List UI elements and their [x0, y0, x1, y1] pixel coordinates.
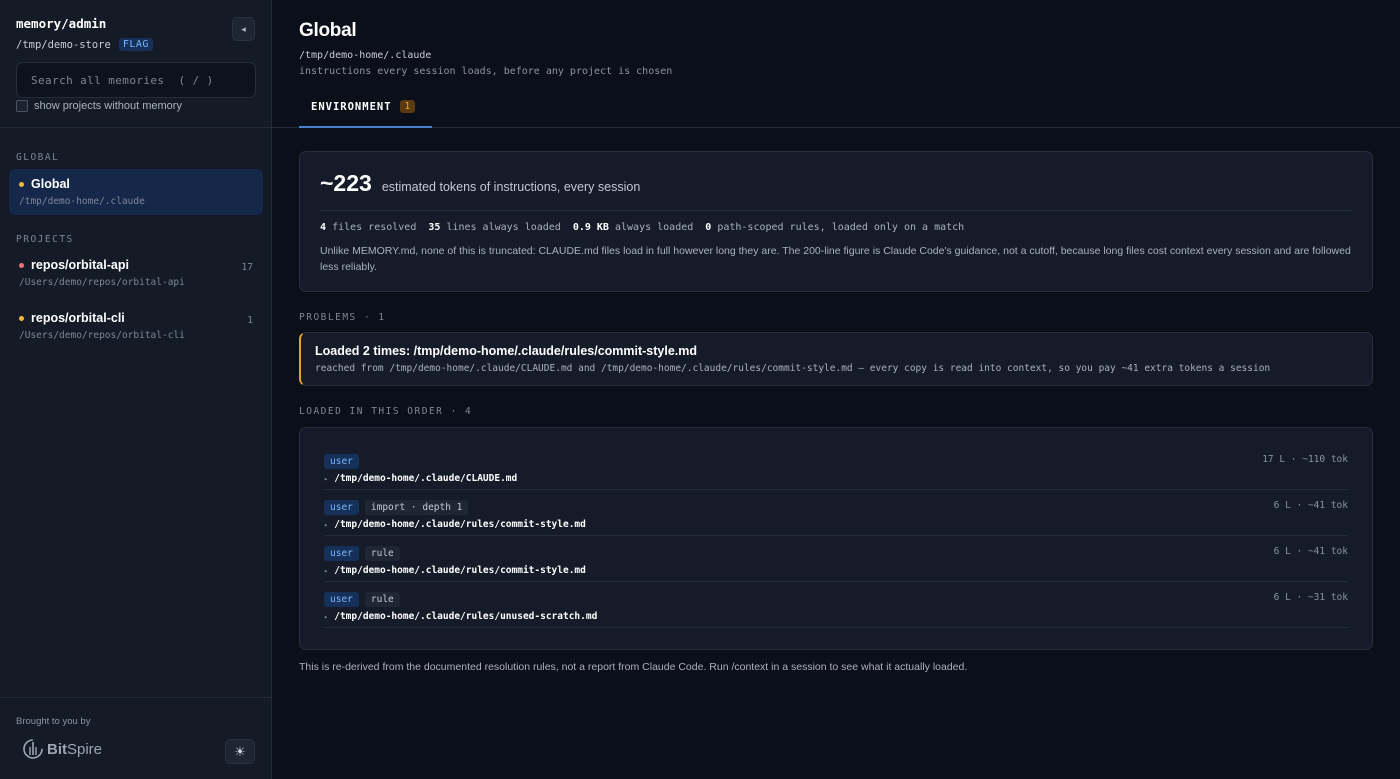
file-meta: 6 L · ~31 tok [1273, 592, 1348, 603]
page-title: Global [299, 20, 357, 41]
collapse-sidebar-button[interactable]: ◂ [232, 17, 255, 41]
lines-label: lines always loaded [446, 222, 561, 233]
scope-tag: user [324, 500, 359, 515]
page-header: Global /tmp/demo-home/.claude instructio… [272, 0, 1400, 128]
files-count: 4 [320, 222, 327, 233]
logo-bold: Bit [47, 740, 67, 758]
sidebar-item-global[interactable]: Global /tmp/demo-home/.claude [9, 169, 263, 215]
expand-arrow-icon[interactable]: ▸ [324, 521, 328, 529]
sidebar-item-orbital-api[interactable]: repos/orbital-api /Users/demo/repos/orbi… [9, 250, 263, 296]
tab-environment[interactable]: ENVIRONMENT 1 [299, 100, 432, 128]
list-item[interactable]: user rule ▸ /tmp/demo-home/.claude/rules/c… [324, 536, 1348, 582]
sidebar: memory/admin ◂ /tmp/demo-store FLAG show… [0, 0, 272, 779]
sidebar-item-label: repos/orbital-cli [31, 311, 125, 325]
stats-line: 4 files resolved 35 lines always loaded … [320, 222, 1352, 233]
expand-arrow-icon[interactable]: ▸ [324, 613, 328, 621]
size-value: 0.9 KB [572, 222, 609, 233]
sidebar-item-path: /Users/demo/repos/orbital-api [19, 277, 185, 288]
list-item[interactable]: user ▸ /tmp/demo-home/.claude/CLAUDE.md 1… [324, 444, 1348, 490]
file-meta: 17 L · ~110 tok [1262, 454, 1348, 465]
summary-note: Unlike MEMORY.md, none of this is trunca… [320, 245, 1351, 273]
expand-arrow-icon[interactable]: ▸ [324, 475, 328, 483]
footnote: This is re-derived from the documented r… [299, 661, 968, 673]
sidebar-item-orbital-cli[interactable]: repos/orbital-cli /Users/demo/repos/orbi… [9, 303, 263, 349]
tab-label: ENVIRONMENT [311, 101, 392, 113]
file-path: /tmp/demo-home/.claude/rules/unused-scra… [334, 611, 598, 622]
lines-count: 35 [428, 222, 441, 233]
loaded-order-label: LOADED IN THIS ORDER · 4 [299, 406, 473, 417]
scoped-label: path-scoped rules, loaded only on a matc… [717, 222, 965, 233]
sidebar-item-path: /Users/demo/repos/orbital-cli [19, 330, 185, 341]
search-input[interactable] [16, 62, 256, 98]
show-projects-toggle[interactable]: show projects without memory [16, 100, 255, 112]
files-label: files resolved [332, 222, 417, 233]
problem-card: Loaded 2 times: /tmp/demo-home/.claude/r… [299, 332, 1373, 386]
show-projects-checkbox[interactable] [16, 100, 28, 112]
scope-tag: user [324, 546, 359, 561]
flag-badge: FLAG [118, 38, 153, 51]
scope-tag: user [324, 592, 359, 607]
theme-toggle-button[interactable]: ☀ [225, 739, 255, 764]
scope-tag: user [324, 454, 359, 469]
problem-detail: reached from /tmp/demo-home/.claude/CLAU… [315, 363, 1271, 374]
token-estimate: ~223 [320, 170, 372, 196]
sidebar-header: memory/admin ◂ /tmp/demo-store FLAG show… [0, 0, 271, 128]
brought-by-label: Brought to you by [16, 716, 91, 727]
token-estimate-desc: estimated tokens of instructions, every … [381, 180, 641, 194]
app: memory/admin ◂ /tmp/demo-store FLAG show… [0, 0, 1400, 779]
file-path: /tmp/demo-home/.claude/rules/commit-styl… [334, 565, 586, 576]
sidebar-item-path: /tmp/demo-home/.claude [19, 196, 145, 207]
scoped-count: 0 [705, 222, 712, 233]
projects-section-label: PROJECTS [16, 234, 74, 245]
expand-arrow-icon[interactable]: ▸ [324, 567, 328, 575]
status-dot [19, 181, 24, 187]
file-path: /tmp/demo-home/.claude/CLAUDE.md [334, 473, 518, 484]
summary-card: ~223 estimated tokens of instructions, e… [299, 151, 1373, 292]
list-item[interactable]: user rule ▸ /tmp/demo-home/.claude/rules/u… [324, 582, 1348, 628]
sidebar-item-label: Global [31, 177, 70, 191]
divider [320, 210, 1352, 211]
store-path: /tmp/demo-store [16, 38, 111, 51]
file-path: /tmp/demo-home/.claude/rules/commit-styl… [334, 519, 586, 530]
file-meta: 6 L · ~41 tok [1273, 546, 1348, 557]
list-item[interactable]: user import · depth 1 ▸ /tmp/demo-home/.cl… [324, 490, 1348, 536]
tab-badge: 1 [399, 100, 416, 113]
chevron-left-icon: ◂ [241, 23, 246, 34]
store-line: /tmp/demo-store FLAG [16, 38, 255, 51]
brand-title: memory/admin [16, 16, 107, 31]
memory-count: 1 [247, 315, 253, 326]
page-path: /tmp/demo-home/.claude [299, 50, 432, 61]
status-dot [19, 315, 24, 321]
sun-icon: ☀ [234, 743, 246, 759]
global-section-label: GLOBAL [16, 152, 60, 163]
page-subtitle: instructions every session loads, before… [299, 66, 673, 77]
status-dot [19, 262, 24, 268]
file-meta: 6 L · ~41 tok [1273, 500, 1348, 511]
sidebar-footer: Brought to you by BitSpire ☀ [0, 697, 271, 779]
kind-tag: rule [364, 592, 400, 607]
kind-tag: rule [364, 546, 400, 561]
kind-tag: import · depth 1 [364, 500, 469, 515]
loaded-files-list: user ▸ /tmp/demo-home/.claude/CLAUDE.md 1… [299, 427, 1373, 650]
problem-title: Loaded 2 times: /tmp/demo-home/.claude/r… [315, 344, 698, 358]
main-panel: Global /tmp/demo-home/.claude instructio… [272, 0, 1400, 779]
bitspire-logo-icon [23, 739, 43, 759]
size-label: always loaded [614, 222, 694, 233]
bitspire-logo[interactable]: BitSpire [22, 738, 102, 760]
sidebar-item-label: repos/orbital-api [31, 258, 129, 272]
memory-count: 17 [241, 262, 253, 273]
show-projects-label: show projects without memory [34, 100, 182, 112]
logo-rest: Spire [67, 740, 103, 758]
problems-label: PROBLEMS · 1 [299, 312, 386, 323]
